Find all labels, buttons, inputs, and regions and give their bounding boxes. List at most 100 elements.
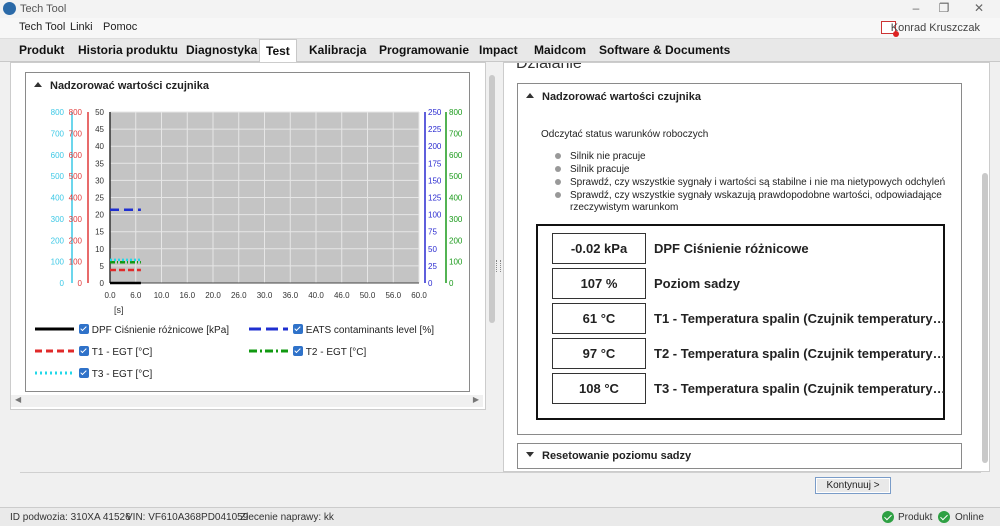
axis-tick-label: 75 bbox=[428, 228, 437, 237]
axis-tick-label: 0 bbox=[78, 279, 83, 288]
menu-tech-tool[interactable]: Tech Tool bbox=[19, 21, 65, 33]
values-panel: -0.02 kPa DPF Ciśnienie różnicowe 107 % … bbox=[536, 224, 949, 420]
axis-tick-label: 0 bbox=[60, 279, 65, 288]
values-list: -0.02 kPa DPF Ciśnienie różnicowe 107 % … bbox=[504, 226, 974, 416]
instruction-item: Silnik nie pracuje bbox=[570, 151, 646, 162]
status-online: Online bbox=[955, 512, 984, 523]
axis-tick-label: 200 bbox=[51, 236, 65, 245]
x-tick-label: 0.0 bbox=[104, 291, 116, 300]
x-axis-label: [s] bbox=[114, 305, 124, 315]
value-soot-level: 107 % bbox=[552, 268, 646, 299]
status-product: Produkt bbox=[898, 512, 933, 523]
axis-tick-label: 600 bbox=[51, 151, 65, 160]
x-tick-label: 60.0 bbox=[411, 291, 427, 300]
minimize-button[interactable]: – bbox=[905, 1, 927, 15]
checkbox-t2[interactable] bbox=[292, 346, 303, 356]
checkbox-t1[interactable] bbox=[78, 346, 89, 356]
x-tick-label: 46.0 bbox=[334, 291, 350, 300]
tab-impact[interactable]: Impact bbox=[473, 39, 524, 61]
x-tick-label: 10.0 bbox=[154, 291, 170, 300]
legend-swatch-eats bbox=[249, 327, 288, 331]
axis-tick-label: 125 bbox=[428, 194, 442, 203]
scroll-right-icon[interactable]: ▶ bbox=[473, 395, 479, 404]
sensor-chart: 8007006005004003002001000800700600500400… bbox=[51, 108, 463, 315]
left-pane-hscrollbar[interactable]: ◀ ▶ bbox=[11, 395, 483, 407]
instructions-group: Nadzorować wartości czujnika Odczytać st… bbox=[517, 83, 962, 435]
legend-swatch-t1 bbox=[35, 349, 74, 353]
label-t3: T3 - Temperatura spalin (Czujnik tempera… bbox=[654, 381, 949, 396]
sensor-chart-group: Nadzorować wartości czujnika 800 700 600 50… bbox=[25, 72, 470, 392]
x-tick-label: 36.0 bbox=[282, 291, 298, 300]
axis-tick-label: 15 bbox=[95, 228, 104, 237]
window-title: Tech Tool bbox=[20, 3, 67, 15]
x-tick-label: 16.0 bbox=[179, 291, 195, 300]
checkbox-eats[interactable] bbox=[292, 324, 303, 334]
close-button[interactable]: ✕ bbox=[968, 1, 990, 15]
menu-pomoc[interactable]: Pomoc bbox=[103, 21, 137, 33]
value-t1: 61 °C bbox=[552, 303, 646, 334]
section-heading: Działanie bbox=[516, 62, 582, 72]
right-pane: Działanie Nadzorować wartości czujnika O… bbox=[503, 62, 990, 472]
reset-soot-group[interactable]: Resetowanie poziomu sadzy bbox=[517, 443, 962, 469]
axis-tick-label: 225 bbox=[428, 125, 442, 134]
legend-swatch-dpf bbox=[35, 327, 74, 331]
left-pane-scrollbar[interactable] bbox=[489, 75, 495, 323]
axis-tick-label: 400 bbox=[449, 194, 463, 203]
axis-tick-label: 300 bbox=[69, 215, 83, 224]
bullet-icon bbox=[555, 192, 561, 198]
label-dpf-pressure: DPF Ciśnienie różnicowe bbox=[654, 241, 809, 256]
legend-label-t2: T2 - EGT [°C] bbox=[305, 347, 367, 358]
axis-tick-label: 0 bbox=[100, 279, 105, 288]
axis-tick-label: 0 bbox=[428, 279, 433, 288]
value-t2: 97 °C bbox=[552, 338, 646, 369]
legend-item-dpf[interactable]: DPF Ciśnienie różnicowe [kPa] bbox=[34, 324, 229, 336]
checkbox-t3[interactable] bbox=[78, 368, 89, 378]
maximize-button[interactable]: ❐ bbox=[933, 1, 955, 15]
menu-linki[interactable]: Linki bbox=[70, 21, 93, 33]
continue-button[interactable]: Kontynuuj > bbox=[815, 477, 891, 494]
reset-soot-header[interactable]: Resetowanie poziomu sadzy bbox=[526, 450, 691, 462]
legend-item-t2[interactable]: T2 - EGT [°C] bbox=[248, 346, 366, 358]
axis-tick-label: 20 bbox=[95, 211, 104, 220]
instructions-group-header[interactable]: Nadzorować wartości czujnika bbox=[526, 91, 701, 103]
online-status-icon bbox=[938, 511, 950, 523]
tab-produkt[interactable]: Produkt bbox=[13, 39, 70, 61]
checkbox-dpf[interactable] bbox=[78, 324, 89, 334]
axis-tick-label: 100 bbox=[69, 258, 83, 267]
splitter-handle[interactable] bbox=[496, 260, 501, 272]
tab-software-documents[interactable]: Software & Documents bbox=[593, 39, 736, 61]
axis-tick-label: 45 bbox=[95, 125, 104, 134]
value-dpf-pressure: -0.02 kPa bbox=[552, 233, 646, 264]
x-tick-label: 6.0 bbox=[130, 291, 142, 300]
tab-test[interactable]: Test bbox=[259, 39, 297, 63]
axis-tick-label: 5 bbox=[100, 262, 105, 271]
tab-historia-produktu[interactable]: Historia produktu bbox=[72, 39, 184, 61]
legend-item-t3[interactable]: T3 - EGT [°C] bbox=[34, 368, 152, 380]
instructions-intro: Odczytać status warunków roboczych bbox=[541, 129, 709, 140]
axis-tick-label: 300 bbox=[449, 215, 463, 224]
label-soot-level: Poziom sadzy bbox=[654, 276, 740, 291]
app-logo-icon bbox=[3, 2, 16, 15]
tab-programowanie[interactable]: Programowanie bbox=[373, 39, 475, 61]
legend-label-eats: EATS contaminants level [%] bbox=[305, 325, 434, 336]
instructions-group-title: Nadzorować wartości czujnika bbox=[542, 91, 701, 103]
user-name[interactable]: Konrad Kruszczak bbox=[891, 22, 980, 34]
title-bar: Tech Tool – ❐ ✕ bbox=[0, 0, 1000, 18]
axis-tick-label: 800 bbox=[51, 108, 65, 117]
axis-tick-label: 500 bbox=[69, 172, 83, 181]
legend-item-t1[interactable]: T1 - EGT [°C] bbox=[34, 346, 152, 358]
tab-diagnostyka[interactable]: Diagnostyka bbox=[180, 39, 263, 61]
legend-item-eats[interactable]: EATS contaminants level [%] bbox=[248, 324, 434, 336]
right-pane-scrollbar[interactable] bbox=[982, 173, 988, 463]
bullet-icon bbox=[555, 153, 561, 159]
label-t1: T1 - Temperatura spalin (Czujnik tempera… bbox=[654, 311, 949, 326]
tab-maidcom[interactable]: Maidcom bbox=[528, 39, 592, 61]
axis-tick-label: 600 bbox=[449, 151, 463, 160]
reset-soot-title: Resetowanie poziomu sadzy bbox=[542, 450, 692, 462]
axis-tick-label: 100 bbox=[51, 258, 65, 267]
instruction-item: Silnik pracuje bbox=[570, 164, 630, 175]
scroll-left-icon[interactable]: ◀ bbox=[15, 395, 21, 404]
status-vin: VIN: VF610A368PD041059 bbox=[126, 512, 249, 523]
tab-kalibracja[interactable]: Kalibracja bbox=[303, 39, 372, 61]
main-tabs: Produkt Historia produktu Diagnostyka Te… bbox=[0, 39, 1000, 63]
